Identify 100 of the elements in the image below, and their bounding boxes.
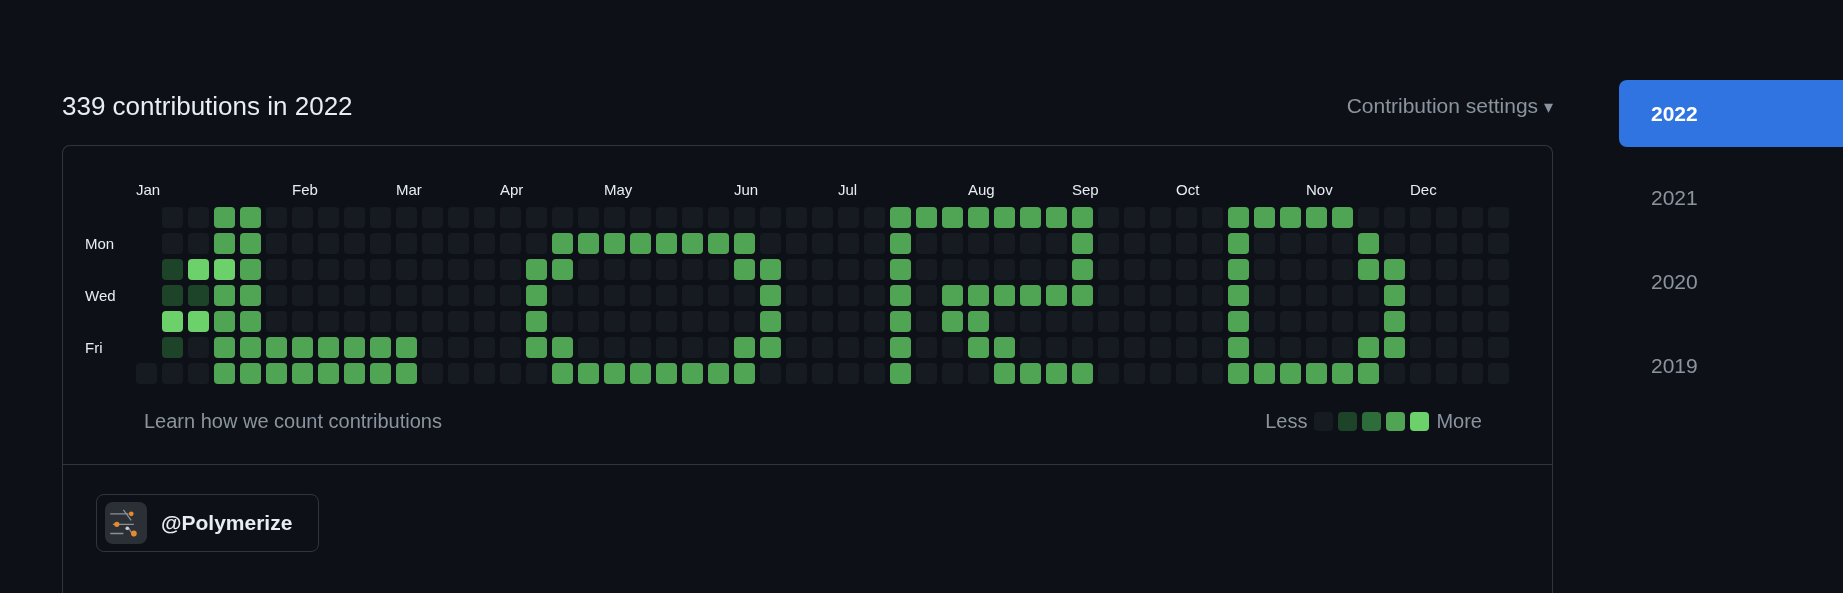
- contribution-day[interactable]: [552, 259, 573, 280]
- contribution-day[interactable]: [734, 337, 755, 358]
- contribution-day[interactable]: [968, 337, 989, 358]
- contribution-day[interactable]: [682, 233, 703, 254]
- year-tab[interactable]: 2022: [1619, 80, 1843, 147]
- contribution-day[interactable]: [1020, 285, 1041, 306]
- contribution-day[interactable]: [396, 337, 417, 358]
- contribution-day[interactable]: [916, 207, 937, 228]
- contribution-day[interactable]: [240, 337, 261, 358]
- contribution-day[interactable]: [734, 259, 755, 280]
- contribution-day[interactable]: [188, 259, 209, 280]
- contribution-day[interactable]: [1384, 259, 1405, 280]
- contribution-day[interactable]: [1254, 207, 1275, 228]
- contribution-day[interactable]: [890, 311, 911, 332]
- contribution-day[interactable]: [240, 285, 261, 306]
- contribution-day[interactable]: [1228, 285, 1249, 306]
- contribution-day[interactable]: [890, 363, 911, 384]
- contribution-day[interactable]: [318, 363, 339, 384]
- contribution-day[interactable]: [994, 207, 1015, 228]
- contribution-day[interactable]: [552, 363, 573, 384]
- contribution-day[interactable]: [1384, 285, 1405, 306]
- contribution-day[interactable]: [734, 233, 755, 254]
- contribution-day[interactable]: [526, 285, 547, 306]
- contribution-day[interactable]: [942, 285, 963, 306]
- contribution-day[interactable]: [292, 363, 313, 384]
- contribution-day[interactable]: [1384, 311, 1405, 332]
- contribution-day[interactable]: [266, 363, 287, 384]
- contribution-day[interactable]: [656, 233, 677, 254]
- contribution-day[interactable]: [396, 363, 417, 384]
- contribution-day[interactable]: [188, 311, 209, 332]
- organization-chip[interactable]: @Polymerize: [96, 494, 320, 552]
- contribution-day[interactable]: [1228, 337, 1249, 358]
- contribution-day[interactable]: [240, 363, 261, 384]
- contribution-day[interactable]: [526, 259, 547, 280]
- contribution-day[interactable]: [630, 363, 651, 384]
- contribution-day[interactable]: [240, 207, 261, 228]
- contribution-day[interactable]: [1072, 363, 1093, 384]
- contribution-day[interactable]: [942, 207, 963, 228]
- contribution-day[interactable]: [1280, 363, 1301, 384]
- contribution-day[interactable]: [890, 233, 911, 254]
- contribution-day[interactable]: [578, 233, 599, 254]
- contribution-day[interactable]: [1046, 285, 1067, 306]
- contribution-day[interactable]: [630, 233, 651, 254]
- year-tab[interactable]: 2021: [1619, 164, 1843, 231]
- contribution-day[interactable]: [214, 363, 235, 384]
- contribution-day[interactable]: [1228, 207, 1249, 228]
- contribution-day[interactable]: [1228, 363, 1249, 384]
- contribution-day[interactable]: [214, 285, 235, 306]
- contribution-day[interactable]: [214, 311, 235, 332]
- contribution-day[interactable]: [552, 337, 573, 358]
- contribution-day[interactable]: [760, 285, 781, 306]
- contribution-day[interactable]: [526, 311, 547, 332]
- contribution-day[interactable]: [240, 311, 261, 332]
- contribution-day[interactable]: [1384, 337, 1405, 358]
- contribution-day[interactable]: [682, 363, 703, 384]
- contribution-day[interactable]: [344, 337, 365, 358]
- contribution-day[interactable]: [1228, 259, 1249, 280]
- contribution-day[interactable]: [942, 311, 963, 332]
- contribution-day[interactable]: [214, 259, 235, 280]
- contribution-day[interactable]: [890, 259, 911, 280]
- contribution-day[interactable]: [656, 363, 677, 384]
- contribution-day[interactable]: [1072, 233, 1093, 254]
- contribution-day[interactable]: [760, 337, 781, 358]
- contribution-day[interactable]: [708, 363, 729, 384]
- contribution-day[interactable]: [370, 337, 391, 358]
- contribution-day[interactable]: [968, 311, 989, 332]
- contribution-day[interactable]: [214, 233, 235, 254]
- contribution-day[interactable]: [1306, 207, 1327, 228]
- contribution-day[interactable]: [162, 311, 183, 332]
- contribution-day[interactable]: [1280, 207, 1301, 228]
- contribution-day[interactable]: [578, 363, 599, 384]
- contribution-day[interactable]: [1228, 311, 1249, 332]
- contribution-day[interactable]: [1306, 363, 1327, 384]
- contribution-day[interactable]: [240, 259, 261, 280]
- contribution-day[interactable]: [604, 233, 625, 254]
- contribution-day[interactable]: [552, 233, 573, 254]
- contribution-day[interactable]: [1358, 363, 1379, 384]
- contribution-day[interactable]: [526, 337, 547, 358]
- contribution-day[interactable]: [760, 259, 781, 280]
- contribution-day[interactable]: [1358, 259, 1379, 280]
- contribution-settings-menu[interactable]: Contribution settings ▾: [1346, 94, 1553, 118]
- year-tab[interactable]: 2019: [1619, 332, 1843, 399]
- contribution-day[interactable]: [604, 363, 625, 384]
- contribution-day[interactable]: [1020, 207, 1041, 228]
- contribution-day[interactable]: [344, 363, 365, 384]
- contribution-day[interactable]: [292, 337, 313, 358]
- contribution-day[interactable]: [994, 285, 1015, 306]
- contribution-day[interactable]: [214, 337, 235, 358]
- contribution-day[interactable]: [1046, 207, 1067, 228]
- contribution-day[interactable]: [370, 363, 391, 384]
- contribution-day[interactable]: [708, 233, 729, 254]
- contribution-day[interactable]: [968, 285, 989, 306]
- year-tab[interactable]: 2020: [1619, 248, 1843, 315]
- contribution-day[interactable]: [760, 311, 781, 332]
- contribution-day[interactable]: [1046, 363, 1067, 384]
- contribution-day[interactable]: [968, 207, 989, 228]
- contribution-day[interactable]: [240, 233, 261, 254]
- contribution-day[interactable]: [214, 207, 235, 228]
- contribution-day[interactable]: [890, 285, 911, 306]
- contribution-day[interactable]: [734, 363, 755, 384]
